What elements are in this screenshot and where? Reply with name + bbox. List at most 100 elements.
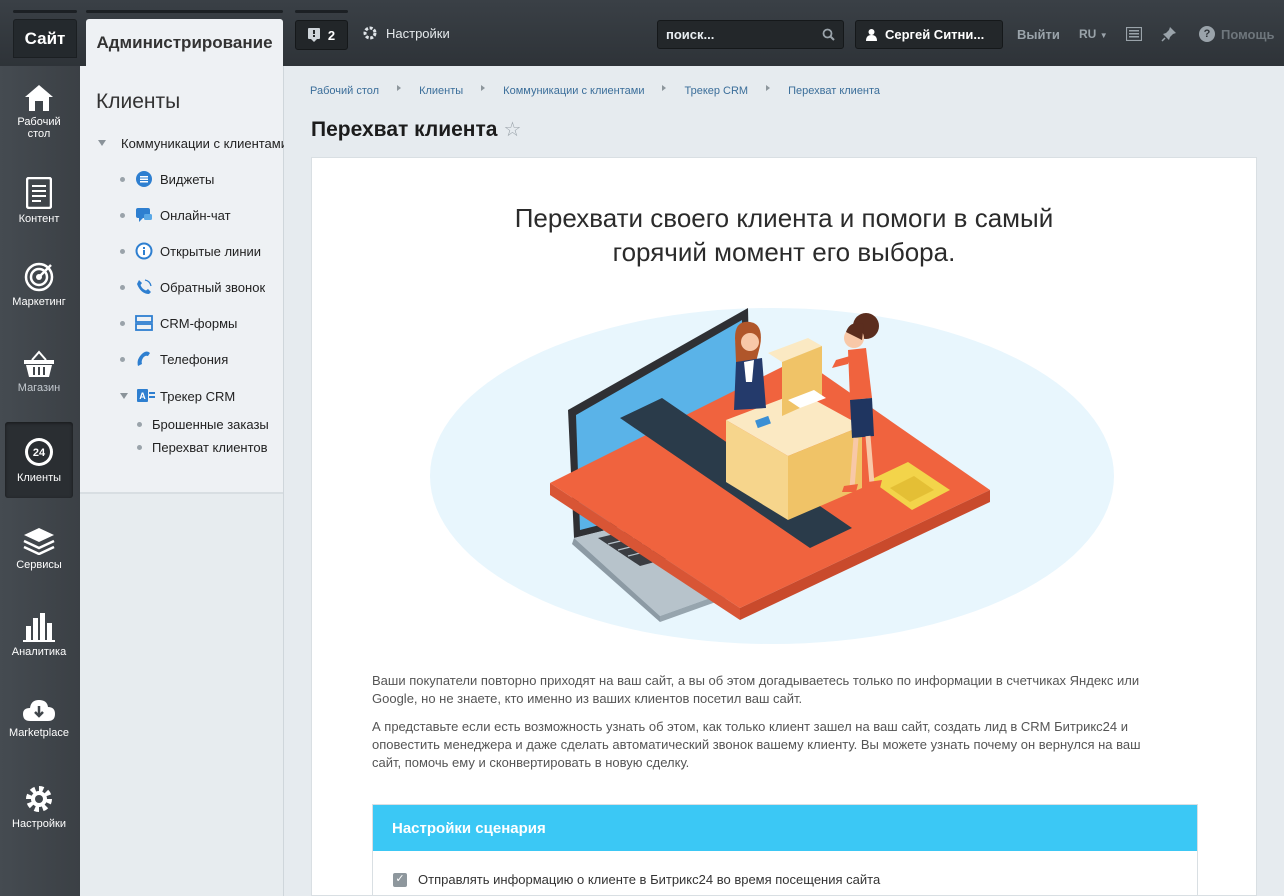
help-link[interactable]: ? Помощь [1199, 26, 1274, 42]
site-tab[interactable]: Сайт [13, 19, 77, 58]
submenu-item-label: Виджеты [160, 171, 215, 187]
nav-label: Маркетинг [12, 296, 66, 308]
chevron-right-icon [397, 85, 402, 91]
language-label: RU [1079, 27, 1097, 41]
submenu-item-label: Открытые линии [160, 243, 262, 259]
user-name: Сергей Ситни... [885, 27, 985, 42]
breadcrumb-item[interactable]: Перехват клиента [788, 85, 880, 97]
question-icon: ? [1199, 26, 1215, 42]
bar-chart-icon [23, 613, 55, 642]
submenu-item-label: Обратный звонок [160, 279, 266, 295]
user-menu-button[interactable]: Сергей Ситни... [855, 20, 1003, 49]
help-label: Помощь [1221, 26, 1275, 42]
layers-icon [23, 528, 55, 555]
notification-icon [307, 28, 320, 42]
submenu-item-label: Брошенные заказы [152, 417, 269, 432]
nav-item-clients[interactable]: 24 Клиенты [5, 422, 73, 498]
nav-label: Аналитика [11, 646, 67, 658]
pin-icon[interactable] [1161, 26, 1177, 42]
submenu-item-crm-forms[interactable]: CRM-формы [120, 314, 237, 332]
submenu-item-crm-tracker[interactable]: A Трекер CRM [120, 387, 235, 405]
scenario-settings-panel: Настройки сценария ✓ Отправлять информац… [372, 804, 1198, 896]
nav-label: Marketplace [9, 727, 69, 739]
nav-label: Настройки [12, 818, 66, 830]
gear-icon [363, 26, 377, 40]
nav-item-marketplace[interactable]: Marketplace [5, 680, 73, 756]
submenu-title: Клиенты [96, 90, 181, 113]
submenu-item-label: Перехват клиентов [152, 440, 268, 455]
nav-item-desktop[interactable]: Рабочий стол [5, 74, 73, 150]
admin-tab[interactable]: Администрирование [86, 19, 283, 66]
breadcrumb: Рабочий стол Клиенты Коммуникации с клие… [310, 85, 880, 97]
tab-shadow [295, 10, 348, 13]
logout-link[interactable]: Выйти [1017, 27, 1060, 42]
nav-item-content[interactable]: Контент [5, 163, 73, 239]
nav-item-analytics[interactable]: Аналитика [5, 597, 73, 673]
nav-label: Клиенты [16, 472, 62, 484]
language-selector[interactable]: RU ▼ [1079, 27, 1108, 41]
chevron-down-icon: ▼ [1099, 31, 1108, 40]
chevron-right-icon [481, 85, 486, 91]
keyboard-icon[interactable] [1126, 27, 1142, 41]
nav-label: Сервисы [16, 559, 62, 571]
document-icon [26, 177, 52, 209]
tracker-icon: A [137, 389, 155, 402]
headline: Перехвати своего клиента и помоги в самы… [312, 201, 1256, 269]
submenu-item-label: Трекер CRM [160, 388, 236, 404]
submenu-item-online-chat[interactable]: Онлайн-чат [120, 206, 231, 224]
breadcrumb-item[interactable]: Рабочий стол [310, 85, 379, 97]
submenu-item-label: CRM-формы [160, 315, 238, 331]
headline-line: Перехвати своего клиента и помоги в самы… [514, 203, 1054, 233]
description-paragraph: А представьте если есть возможность узна… [372, 719, 1141, 770]
submenu-item-open-lines[interactable]: Открытые линии [120, 242, 261, 260]
settings-link[interactable]: Настройки [362, 25, 450, 41]
breadcrumb-item[interactable]: Коммуникации с клиентами [503, 85, 644, 97]
description-paragraph: Ваши покупатели повторно приходят на ваш… [372, 673, 1140, 706]
panel-title: Настройки сценария [373, 805, 1197, 851]
search-icon[interactable] [822, 28, 835, 41]
tab-shadow [13, 10, 77, 13]
star-icon[interactable]: ☆ [503, 117, 521, 142]
notifications-count: 2 [327, 27, 336, 43]
submenu-item-callback[interactable]: Обратный звонок [120, 278, 265, 296]
submenu-item-telephony[interactable]: Телефония [120, 350, 228, 368]
page-title-text: Перехват клиента [311, 117, 498, 141]
home-icon [25, 85, 53, 111]
chat-icon [136, 208, 152, 222]
widget-icon [136, 171, 152, 187]
nav-item-marketing[interactable]: Маркетинг [5, 247, 73, 323]
bullet [120, 356, 125, 362]
search-box[interactable] [657, 20, 844, 49]
send-info-option[interactable]: ✓ Отправлять информацию о клиенте в Битр… [373, 851, 1197, 887]
clients-24-icon: 24 [25, 438, 53, 466]
phone-callback-icon [137, 279, 152, 294]
search-input[interactable] [666, 27, 806, 42]
nav-label: Магазин [17, 382, 61, 394]
breadcrumb-item[interactable]: Клиенты [419, 85, 463, 97]
chevron-down-icon [98, 140, 106, 146]
nav-item-shop[interactable]: Магазин [5, 334, 73, 410]
svg-text:A: A [139, 391, 146, 401]
submenu-item-label: Онлайн-чат [160, 207, 231, 223]
cloud-download-icon [23, 700, 55, 721]
submenu-item-label: Телефония [160, 351, 229, 367]
submenu-item-widgets[interactable]: Виджеты [120, 170, 214, 188]
submenu-item-communications[interactable]: Коммуникации с клиентами [98, 134, 284, 152]
nav-item-services[interactable]: Сервисы [5, 511, 73, 587]
submenu-item-label: Коммуникации с клиентами [121, 135, 284, 151]
bullet [137, 445, 142, 450]
content-card: Перехвати своего клиента и помоги в самы… [311, 157, 1257, 896]
submenu-item-client-intercept[interactable]: Перехват клиентов [137, 440, 268, 455]
notifications-button[interactable]: 2 [295, 20, 348, 50]
submenu-item-abandoned-orders[interactable]: Брошенные заказы [137, 417, 269, 432]
send-info-checkbox[interactable]: ✓ [393, 872, 407, 887]
headline-line: горячий момент его выбора. [612, 237, 956, 267]
nav-label: Рабочий стол [17, 116, 61, 140]
nav-label: Контент [18, 213, 60, 225]
bullet [120, 248, 125, 254]
breadcrumb-item[interactable]: Трекер CRM [684, 85, 748, 97]
user-icon [866, 28, 877, 41]
nav-item-settings[interactable]: Настройки [5, 769, 73, 845]
bullet [120, 212, 125, 218]
chevron-right-icon [662, 85, 667, 91]
